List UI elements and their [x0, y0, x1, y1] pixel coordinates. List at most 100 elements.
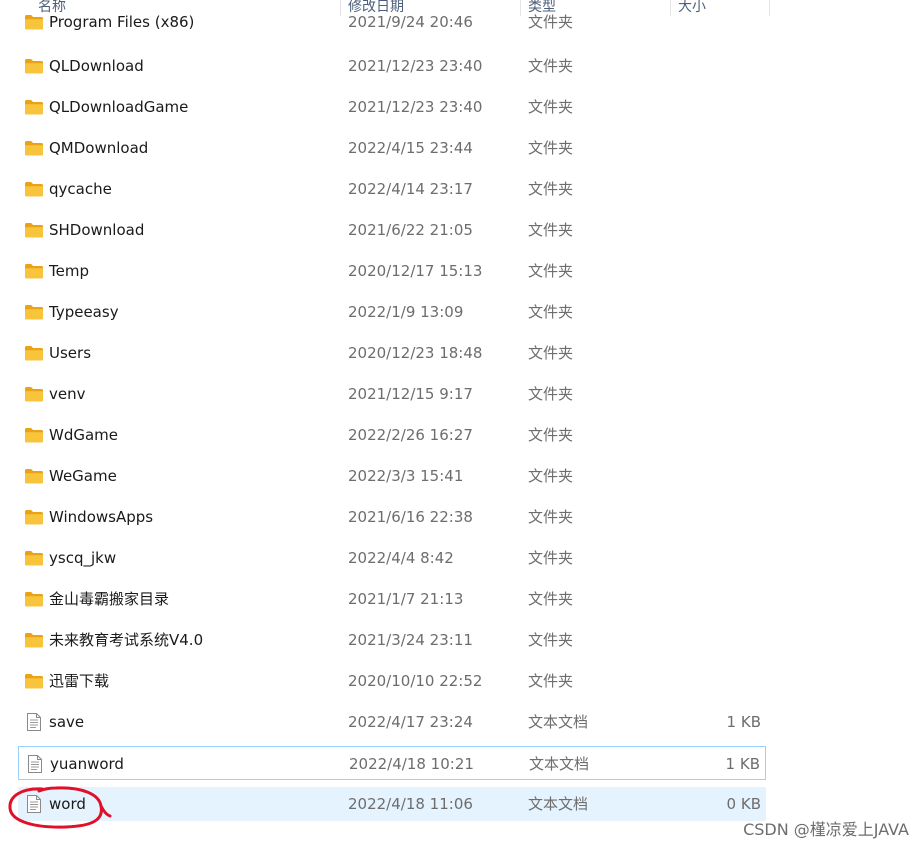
file-name: Program Files (x86): [49, 13, 195, 31]
file-name: Temp: [49, 262, 89, 280]
file-modified: 2022/4/15 23:44: [348, 139, 473, 157]
file-row[interactable]: Users 2020/12/23 18:48 文件夹: [18, 336, 766, 370]
file-modified: 2022/4/14 23:17: [348, 180, 473, 198]
file-modified: 2021/1/7 21:13: [348, 590, 464, 608]
column-divider[interactable]: [769, 0, 770, 16]
file-modified: 2021/6/22 21:05: [348, 221, 473, 239]
file-size: 1 KB: [726, 713, 761, 731]
file-row[interactable]: save 2022/4/17 23:24 文本文档 1 KB: [18, 705, 766, 739]
file-modified: 2022/4/18 11:06: [348, 795, 473, 813]
file-modified: 2021/3/24 23:11: [348, 631, 473, 649]
folder-icon: [24, 385, 44, 403]
file-name: SHDownload: [49, 221, 145, 239]
file-name: WdGame: [49, 426, 119, 444]
folder-icon: [24, 221, 44, 239]
folder-icon: [24, 549, 44, 567]
watermark: CSDN @槿凉爱上JAVA: [743, 820, 909, 839]
folder-icon: [24, 262, 44, 280]
file-row[interactable]: Program Files (x86) 2021/9/24 20:46 文件夹: [18, 5, 766, 39]
file-row[interactable]: QLDownload 2021/12/23 23:40 文件夹: [18, 49, 766, 83]
folder-icon: [24, 467, 44, 485]
file-name: WeGame: [49, 467, 117, 485]
folder-icon: [24, 672, 44, 690]
file-type: 文件夹: [528, 549, 574, 567]
file-row[interactable]: 金山毒霸搬家目录 2021/1/7 21:13 文件夹: [18, 582, 766, 616]
folder-icon: [24, 508, 44, 526]
folder-icon: [24, 180, 44, 198]
file-row[interactable]: yuanword 2022/4/18 10:21 文本文档 1 KB: [18, 746, 766, 780]
file-modified: 2020/12/17 15:13: [348, 262, 483, 280]
file-name: 未来教育考试系统V4.0: [49, 631, 204, 649]
file-name: yuanword: [50, 755, 124, 773]
file-type: 文件夹: [528, 508, 574, 526]
file-name: Users: [49, 344, 92, 362]
folder-icon: [24, 344, 44, 362]
folder-icon: [24, 426, 44, 444]
text-file-icon: [24, 713, 44, 731]
file-modified: 2021/12/15 9:17: [348, 385, 473, 403]
file-type: 文件夹: [528, 426, 574, 444]
file-type: 文件夹: [528, 631, 574, 649]
file-type: 文件夹: [528, 98, 574, 116]
folder-icon: [24, 57, 44, 75]
file-type: 文件夹: [528, 590, 574, 608]
file-row[interactable]: word 2022/4/18 11:06 文本文档 0 KB: [18, 787, 766, 821]
folder-icon: [24, 13, 44, 31]
file-type: 文件夹: [528, 344, 574, 362]
file-modified: 2021/12/23 23:40: [348, 57, 483, 75]
file-type: 文件夹: [528, 262, 574, 280]
file-modified: 2021/12/23 23:40: [348, 98, 483, 116]
file-name: word: [49, 795, 86, 813]
file-name: Typeeasy: [49, 303, 119, 321]
file-row[interactable]: Temp 2020/12/17 15:13 文件夹: [18, 254, 766, 288]
file-row[interactable]: yscq_jkw 2022/4/4 8:42 文件夹: [18, 541, 766, 575]
file-modified: 2022/4/17 23:24: [348, 713, 473, 731]
file-modified: 2022/2/26 16:27: [348, 426, 473, 444]
file-type: 文件夹: [528, 57, 574, 75]
file-name: qycache: [49, 180, 112, 198]
file-row[interactable]: venv 2021/12/15 9:17 文件夹: [18, 377, 766, 411]
file-type: 文本文档: [529, 755, 590, 773]
file-name: save: [49, 713, 85, 731]
file-type: 文件夹: [528, 385, 574, 403]
file-type: 文件夹: [528, 467, 574, 485]
file-name: 金山毒霸搬家目录: [49, 590, 170, 608]
file-type: 文件夹: [528, 221, 574, 239]
file-row[interactable]: Typeeasy 2022/1/9 13:09 文件夹: [18, 295, 766, 329]
file-name: WindowsApps: [49, 508, 154, 526]
file-name: QLDownloadGame: [49, 98, 189, 116]
file-type: 文件夹: [528, 13, 574, 31]
file-row[interactable]: WeGame 2022/3/3 15:41 文件夹: [18, 459, 766, 493]
file-size: 1 KB: [725, 755, 760, 773]
file-type: 文本文档: [528, 795, 589, 813]
folder-icon: [24, 98, 44, 116]
file-row[interactable]: WdGame 2022/2/26 16:27 文件夹: [18, 418, 766, 452]
file-explorer: 名称 修改日期 类型 大小 Program Files (x86) 2021/9/…: [0, 0, 923, 846]
file-modified: 2022/4/18 10:21: [349, 755, 474, 773]
file-row[interactable]: WindowsApps 2021/6/16 22:38 文件夹: [18, 500, 766, 534]
file-modified: 2022/3/3 15:41: [348, 467, 464, 485]
file-name: venv: [49, 385, 86, 403]
file-modified: 2021/9/24 20:46: [348, 13, 473, 31]
file-modified: 2021/6/16 22:38: [348, 508, 473, 526]
folder-icon: [24, 590, 44, 608]
file-modified: 2022/4/4 8:42: [348, 549, 454, 567]
file-name: QLDownload: [49, 57, 144, 75]
file-row[interactable]: 未来教育考试系统V4.0 2021/3/24 23:11 文件夹: [18, 623, 766, 657]
file-row[interactable]: QLDownloadGame 2021/12/23 23:40 文件夹: [18, 90, 766, 124]
file-row[interactable]: qycache 2022/4/14 23:17 文件夹: [18, 172, 766, 206]
file-modified: 2022/1/9 13:09: [348, 303, 464, 321]
file-modified: 2020/12/23 18:48: [348, 344, 483, 362]
file-modified: 2020/10/10 22:52: [348, 672, 483, 690]
file-type: 文件夹: [528, 672, 574, 690]
file-type: 文件夹: [528, 303, 574, 321]
file-row[interactable]: 迅雷下载 2020/10/10 22:52 文件夹: [18, 664, 766, 698]
text-file-icon: [25, 755, 45, 773]
file-name: QMDownload: [49, 139, 149, 157]
folder-icon: [24, 139, 44, 157]
file-row[interactable]: SHDownload 2021/6/22 21:05 文件夹: [18, 213, 766, 247]
folder-icon: [24, 303, 44, 321]
file-type: 文件夹: [528, 139, 574, 157]
file-type: 文本文档: [528, 713, 589, 731]
file-row[interactable]: QMDownload 2022/4/15 23:44 文件夹: [18, 131, 766, 165]
